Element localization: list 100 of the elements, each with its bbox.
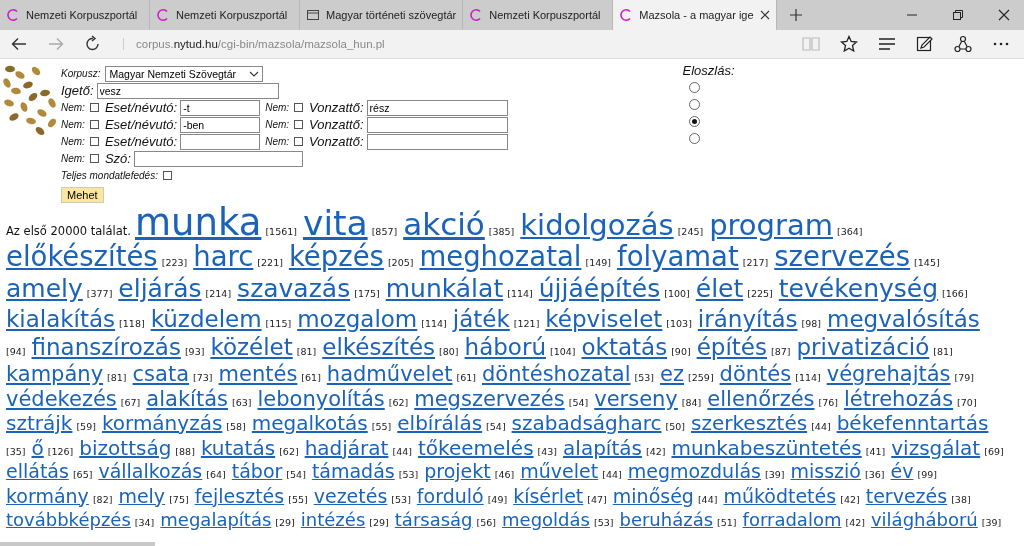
word-link[interactable]: projekt	[424, 461, 491, 482]
radio-button[interactable]	[688, 99, 700, 110]
text-input-field[interactable]: -ben	[180, 116, 261, 133]
word-link[interactable]: megoldás	[502, 510, 590, 530]
text-input-field[interactable]: rész	[366, 99, 508, 116]
word-link[interactable]: folyamat	[617, 241, 739, 272]
submit-button[interactable]: Mehet	[61, 186, 104, 203]
word-link[interactable]: meghozatal	[419, 241, 582, 272]
word-link[interactable]: közélet	[210, 335, 293, 361]
word-link[interactable]: kísérlet	[513, 485, 584, 507]
word-link[interactable]: amely	[6, 275, 83, 303]
word-link[interactable]: megmozdulás	[627, 461, 761, 482]
word-link[interactable]: misszió	[790, 461, 861, 482]
word-link[interactable]: irányítás	[697, 307, 798, 333]
word-link[interactable]: elbírálás	[397, 412, 483, 434]
checkbox[interactable]	[294, 137, 304, 146]
word-link[interactable]: program	[709, 210, 833, 242]
word-link[interactable]: mozgalom	[297, 307, 418, 333]
word-link[interactable]: kidolgozás	[520, 210, 674, 242]
word-link[interactable]: munkabeszüntetés	[671, 436, 862, 459]
word-link[interactable]: háború	[464, 335, 546, 361]
radio-button[interactable]	[688, 116, 700, 127]
word-link[interactable]: végrehajtás	[826, 363, 951, 387]
star-icon[interactable]	[840, 35, 858, 53]
word-link[interactable]: működtetés	[723, 485, 837, 507]
checkbox[interactable]	[294, 120, 304, 129]
stem-input-field[interactable]: vesz	[96, 82, 279, 99]
word-link[interactable]: tervezés	[865, 485, 948, 507]
word-link[interactable]: kormányzás	[101, 412, 223, 434]
word-link[interactable]: szabadságharc	[511, 412, 662, 434]
checkbox[interactable]	[89, 137, 99, 146]
word-link[interactable]: vizsgálat	[891, 436, 981, 459]
word-link[interactable]: vita	[302, 205, 368, 243]
word-link[interactable]: kialakítás	[6, 307, 116, 333]
word-link[interactable]: képviselet	[545, 307, 663, 333]
word-link[interactable]: tábor	[231, 461, 283, 482]
checkbox[interactable]	[89, 120, 99, 129]
menu-lines-icon[interactable]	[878, 36, 896, 52]
pen-note-icon[interactable]	[916, 35, 934, 53]
word-link[interactable]: mentés	[218, 363, 298, 387]
scrollbar-thumb[interactable]	[0, 542, 155, 546]
word-link[interactable]: ellátás	[6, 461, 69, 482]
word-link[interactable]: küzdelem	[150, 307, 262, 333]
word-link[interactable]: hadjárat	[304, 436, 389, 459]
word-link[interactable]: lebonyolítás	[257, 387, 385, 411]
word-link[interactable]: harc	[193, 241, 254, 272]
word-link[interactable]: döntéshozatal	[482, 363, 631, 387]
word-link[interactable]: szerkesztés	[691, 412, 808, 434]
word-link[interactable]: művelet	[520, 461, 599, 482]
checkbox[interactable]	[294, 103, 304, 112]
word-link[interactable]: fejlesztés	[194, 485, 285, 507]
word-link[interactable]: világháború	[870, 510, 978, 530]
word-link[interactable]: ez	[660, 363, 685, 387]
word-link[interactable]: munkálat	[385, 275, 504, 303]
close-icon[interactable]	[998, 9, 1010, 21]
radio-button[interactable]	[688, 133, 700, 144]
word-link[interactable]: társaság	[394, 510, 473, 530]
word-link[interactable]: év	[890, 461, 914, 482]
word-link[interactable]: kormány	[6, 485, 89, 507]
checkbox[interactable]	[162, 171, 172, 180]
word-link[interactable]: szavazás	[237, 275, 351, 303]
word-link[interactable]: alapítás	[563, 436, 642, 459]
word-link[interactable]: békefenntartás	[836, 412, 989, 434]
word-link[interactable]: újjáépítés	[538, 275, 661, 303]
word-link[interactable]: szervezés	[774, 241, 911, 272]
text-input-field[interactable]	[180, 133, 261, 150]
word-link[interactable]: ő	[31, 436, 44, 459]
word-link[interactable]: sztrájk	[6, 412, 73, 434]
word-link[interactable]: forduló	[416, 485, 484, 507]
word-link[interactable]: képzés	[288, 241, 384, 272]
new-tab-icon[interactable]	[788, 8, 803, 22]
word-link[interactable]: kampány	[6, 363, 104, 387]
word-link[interactable]: hadművelet	[326, 363, 453, 387]
word-link[interactable]: elkészítés	[322, 335, 436, 361]
word-link[interactable]: alakítás	[146, 387, 228, 411]
text-input-field[interactable]	[133, 150, 303, 167]
text-input-field[interactable]	[366, 116, 508, 133]
word-link[interactable]: beruházás	[619, 510, 714, 530]
more-icon[interactable]	[992, 41, 1010, 47]
text-input-field[interactable]	[366, 133, 508, 150]
word-link[interactable]: döntés	[719, 363, 792, 387]
word-link[interactable]: finanszírozás	[31, 335, 181, 361]
word-link[interactable]: akció	[403, 207, 485, 242]
address-field[interactable]: corpus.nytud.hu/cgi-bin/mazsola/mazsola_hun.pl	[123, 38, 385, 50]
word-link[interactable]: támadás	[311, 461, 395, 482]
word-link[interactable]: tevékenység	[778, 275, 939, 303]
word-link[interactable]: csata	[132, 363, 190, 387]
browser-tab[interactable]: Mazsola - a magyar ige	[613, 0, 777, 30]
word-link[interactable]: megalkotás	[251, 412, 368, 434]
radio-button[interactable]	[688, 82, 700, 93]
word-link[interactable]: kutatás	[200, 436, 276, 459]
word-link[interactable]: privatizáció	[796, 335, 930, 361]
word-link[interactable]: minőség	[612, 485, 694, 507]
word-link[interactable]: vezetés	[313, 485, 388, 507]
word-link[interactable]: játék	[452, 307, 510, 333]
word-link[interactable]: megszervezés	[414, 387, 565, 411]
share-icon[interactable]	[954, 35, 972, 53]
back-arrow-icon[interactable]	[10, 35, 28, 53]
word-link[interactable]: továbbképzés	[6, 510, 131, 530]
word-link[interactable]: vállalkozás	[98, 461, 203, 482]
